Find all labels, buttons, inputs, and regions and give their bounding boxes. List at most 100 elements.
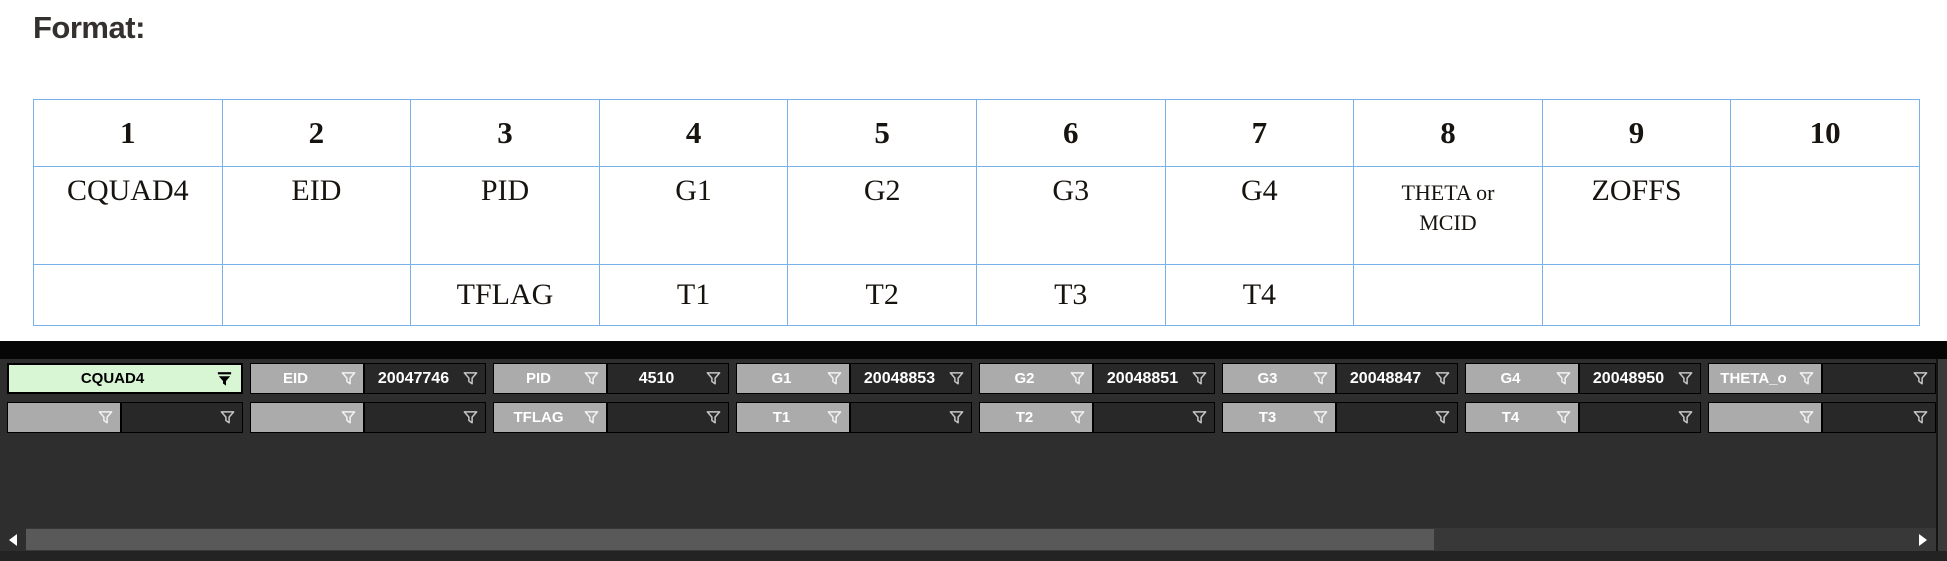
filter-pair-cquad4-bottom xyxy=(7,402,243,433)
filter-label-eid-bottom[interactable] xyxy=(250,402,364,433)
filter-value-g3-top[interactable]: 20048847 xyxy=(1336,363,1458,394)
filter-value-g2-bottom[interactable] xyxy=(1093,402,1215,433)
filter-funnel-icon[interactable] xyxy=(948,370,965,387)
selected-card-cell-cquad4[interactable]: CQUAD4 xyxy=(7,363,243,394)
filter-label-g2-bottom[interactable]: T2 xyxy=(979,402,1093,433)
filter-label-theta-or-mcid-top[interactable]: THETA_o xyxy=(1708,363,1822,394)
filter-funnel-icon[interactable] xyxy=(1677,409,1694,426)
filter-pair-g4-top: G4 20048950 xyxy=(1465,363,1701,394)
filter-label-g3-top-text: G3 xyxy=(1223,370,1312,387)
cell-g4: G4 xyxy=(1165,167,1354,265)
filter-funnel-icon[interactable] xyxy=(1312,370,1329,387)
filter-funnel-icon[interactable] xyxy=(1912,370,1929,387)
filter-funnel-icon[interactable] xyxy=(462,370,479,387)
format-col-1: 1 xyxy=(34,100,223,167)
filter-label-pid-bottom[interactable]: TFLAG xyxy=(493,402,607,433)
filter-value-g1-bottom[interactable] xyxy=(850,402,972,433)
filter-label-g4-top-text: G4 xyxy=(1466,370,1555,387)
filter-funnel-icon[interactable] xyxy=(1798,409,1815,426)
format-col-9: 9 xyxy=(1542,100,1731,167)
cell-pid: PID xyxy=(411,167,600,265)
filter-funnel-icon[interactable] xyxy=(1069,409,1086,426)
filter-label-g1-bottom[interactable]: T1 xyxy=(736,402,850,433)
cell-t3: T3 xyxy=(976,265,1165,326)
filter-funnel-icon[interactable] xyxy=(1434,370,1451,387)
filter-label-pid-top[interactable]: PID xyxy=(493,363,607,394)
cell-t4: T4 xyxy=(1165,265,1354,326)
filter-value-g3-bottom[interactable] xyxy=(1336,402,1458,433)
cell-blank xyxy=(1354,265,1543,326)
filter-label-g2-bottom-text: T2 xyxy=(980,409,1069,426)
filter-funnel-icon[interactable] xyxy=(583,409,600,426)
filter-funnel-icon[interactable] xyxy=(1191,370,1208,387)
filter-funnel-icon[interactable] xyxy=(583,370,600,387)
filter-funnel-icon[interactable] xyxy=(948,409,965,426)
cell-zoffs: ZOFFS xyxy=(1542,167,1731,265)
filter-label-g4-bottom[interactable]: T4 xyxy=(1465,402,1579,433)
filter-funnel-icon[interactable] xyxy=(1677,370,1694,387)
filter-value-eid-top[interactable]: 20047746 xyxy=(364,363,486,394)
filter-funnel-icon[interactable] xyxy=(1555,409,1572,426)
left-arrow-icon xyxy=(9,534,17,546)
filter-funnel-icon[interactable] xyxy=(705,409,722,426)
filter-funnel-icon[interactable] xyxy=(826,409,843,426)
filter-label-theta-or-mcid-bottom[interactable] xyxy=(1708,402,1822,433)
filter-group-cquad4: CQUAD4 xyxy=(7,363,243,433)
filter-funnel-icon[interactable] xyxy=(1555,370,1572,387)
filter-pair-g3-bottom: T3 xyxy=(1222,402,1458,433)
filter-label-g1-top[interactable]: G1 xyxy=(736,363,850,394)
filter-value-pid-bottom[interactable] xyxy=(607,402,729,433)
filter-value-cquad4-bottom[interactable] xyxy=(121,402,243,433)
filter-pair-g2-bottom: T2 xyxy=(979,402,1215,433)
filter-label-g4-top[interactable]: G4 xyxy=(1465,363,1579,394)
filter-value-g1-top[interactable]: 20048853 xyxy=(850,363,972,394)
format-col-6: 6 xyxy=(976,100,1165,167)
filter-label-eid-top[interactable]: EID xyxy=(250,363,364,394)
filter-value-theta-or-mcid-top[interactable] xyxy=(1822,363,1936,394)
horizontal-scrollbar[interactable] xyxy=(0,528,1936,551)
filter-funnel-icon[interactable] xyxy=(1069,370,1086,387)
filter-label-g4-bottom-text: T4 xyxy=(1466,409,1555,426)
filter-pair-g3-top: G3 20048847 xyxy=(1222,363,1458,394)
scroll-left-button[interactable] xyxy=(0,528,26,551)
vertical-scrollbar-gutter[interactable] xyxy=(1936,359,1947,551)
filter-value-g1-top-text: 20048853 xyxy=(851,370,948,388)
filter-funnel-icon[interactable] xyxy=(97,409,114,426)
filter-value-theta-or-mcid-bottom[interactable] xyxy=(1822,402,1936,433)
filter-pair-g1-bottom: T1 xyxy=(736,402,972,433)
filter-funnel-icon[interactable] xyxy=(340,409,357,426)
filter-value-g2-top-text: 20048851 xyxy=(1094,370,1191,388)
filter-funnel-icon[interactable] xyxy=(219,409,236,426)
filter-funnel-icon[interactable] xyxy=(1798,370,1815,387)
format-fields-row-1: CQUAD4 EID PID G1 G2 G3 G4 THETA or MCID… xyxy=(34,167,1920,265)
filter-funnel-icon[interactable] xyxy=(1191,409,1208,426)
filter-funnel-icon[interactable] xyxy=(462,409,479,426)
filter-funnel-icon[interactable] xyxy=(1312,409,1329,426)
filter-funnel-icon[interactable] xyxy=(340,370,357,387)
filter-value-pid-top[interactable]: 4510 xyxy=(607,363,729,394)
filter-funnel-icon[interactable] xyxy=(1912,409,1929,426)
cell-t1: T1 xyxy=(599,265,788,326)
filter-label-cquad4-bottom[interactable] xyxy=(7,402,121,433)
filter-value-g4-top[interactable]: 20048950 xyxy=(1579,363,1701,394)
format-col-10: 10 xyxy=(1731,100,1920,167)
format-col-4: 4 xyxy=(599,100,788,167)
scroll-right-button[interactable] xyxy=(1912,528,1934,551)
format-fields-row-2: TFLAG T1 T2 T3 T4 xyxy=(34,265,1920,326)
format-col-3: 3 xyxy=(411,100,600,167)
selected-card-text: CQUAD4 xyxy=(9,370,216,387)
filter-funnel-icon[interactable] xyxy=(826,370,843,387)
cell-blank xyxy=(1542,265,1731,326)
filter-value-eid-bottom[interactable] xyxy=(364,402,486,433)
filter-value-g2-top[interactable]: 20048851 xyxy=(1093,363,1215,394)
filter-label-g3-bottom[interactable]: T3 xyxy=(1222,402,1336,433)
filter-funnel-icon[interactable] xyxy=(1434,409,1451,426)
filter-funnel-icon[interactable] xyxy=(705,370,722,387)
filter-value-g4-bottom[interactable] xyxy=(1579,402,1701,433)
filter-label-g3-top[interactable]: G3 xyxy=(1222,363,1336,394)
card-editor-panel: CQUAD4EID20047746PID4510TFLAGG120048853T… xyxy=(0,341,1947,561)
filter-applied-funnel-icon[interactable] xyxy=(216,370,233,387)
filter-value-pid-top-text: 4510 xyxy=(608,370,705,388)
scrollbar-thumb[interactable] xyxy=(26,529,1434,550)
filter-label-g2-top[interactable]: G2 xyxy=(979,363,1093,394)
